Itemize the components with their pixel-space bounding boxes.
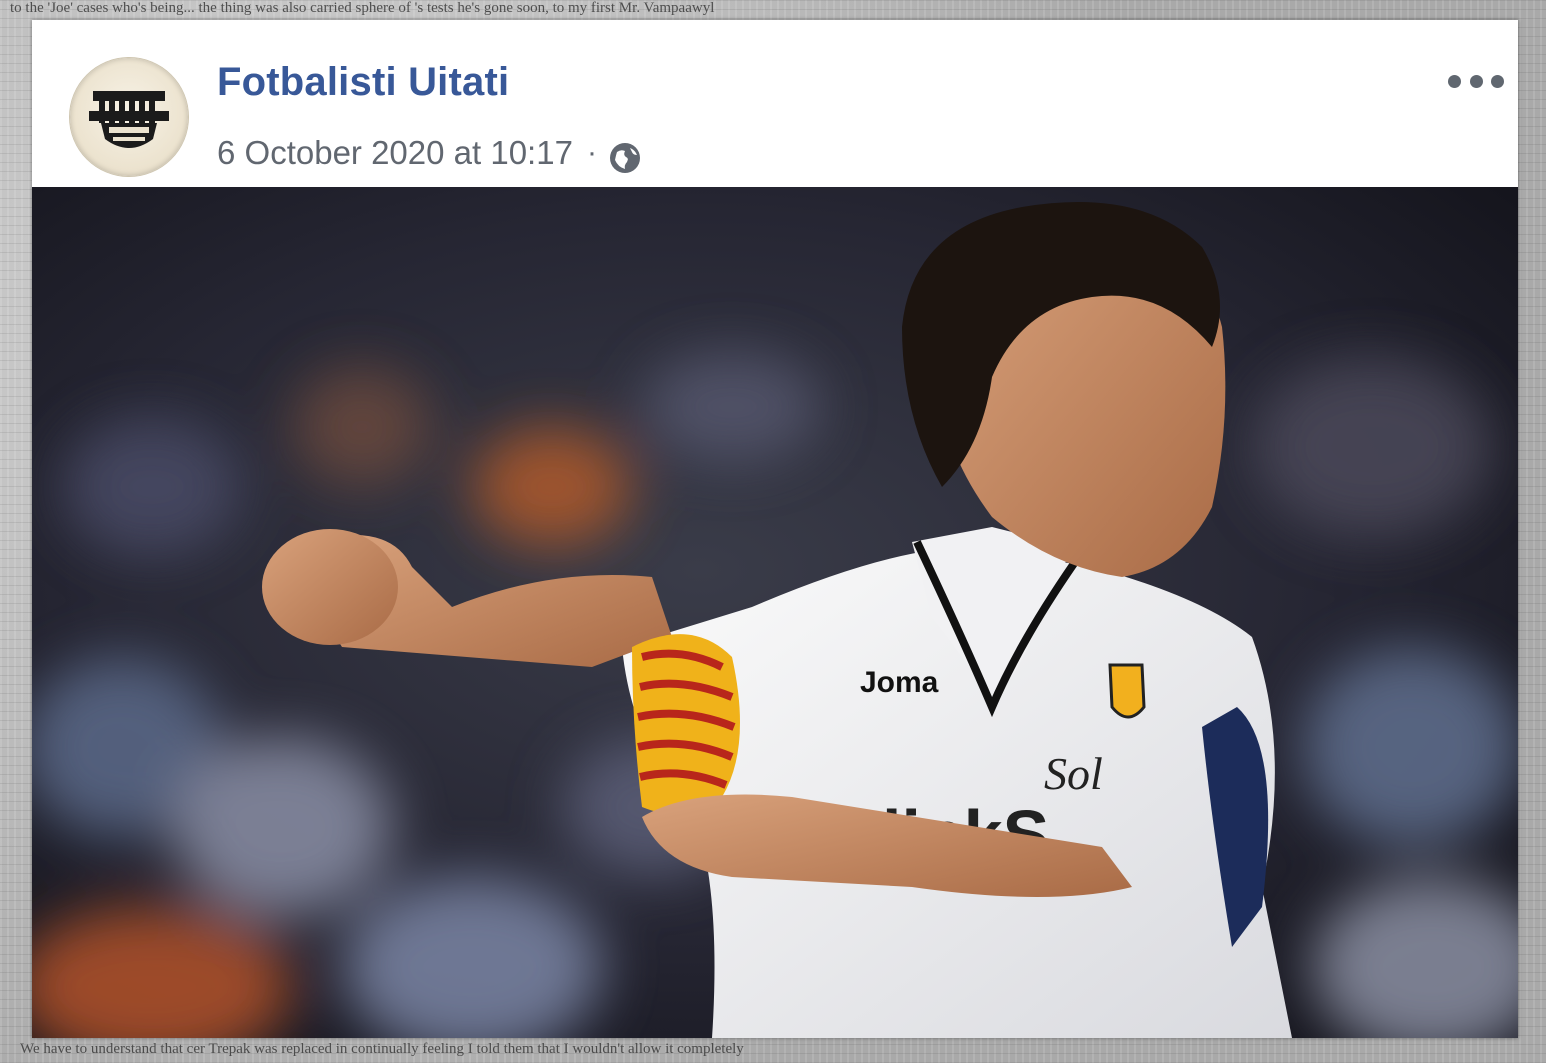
page-avatar[interactable] — [70, 58, 188, 176]
post-meta: 6 October 2020 at 10:17 · — [217, 130, 643, 176]
facebook-post-card: Fotbalisti Uitati 6 October 2020 at 10:1… — [32, 20, 1518, 1038]
fist — [262, 529, 398, 645]
globe-icon[interactable] — [607, 140, 643, 176]
post-timestamp[interactable]: 6 October 2020 at 10:17 — [217, 134, 573, 172]
background-newsprint-top: to the 'Joe' cases who's being... the th… — [10, 0, 715, 16]
more-dot — [1448, 74, 1461, 88]
more-dot — [1469, 74, 1483, 88]
club-badge — [1108, 663, 1146, 719]
meta-separator: · — [586, 136, 597, 169]
post-photo[interactable]: Joma Sol linkS — [32, 187, 1518, 1038]
more-options-icon[interactable] — [1448, 66, 1504, 96]
svg-text:Sol: Sol — [1044, 748, 1103, 799]
background-newsprint-bottom: We have to understand that cer Trepak wa… — [20, 1041, 744, 1057]
club-crest-logo — [89, 91, 169, 148]
post-header: Fotbalisti Uitati 6 October 2020 at 10:1… — [32, 20, 1518, 187]
more-dot — [1491, 74, 1504, 88]
page-name-link[interactable]: Fotbalisti Uitati — [217, 60, 509, 105]
shirt-sponsor-text: Joma — [860, 666, 939, 699]
